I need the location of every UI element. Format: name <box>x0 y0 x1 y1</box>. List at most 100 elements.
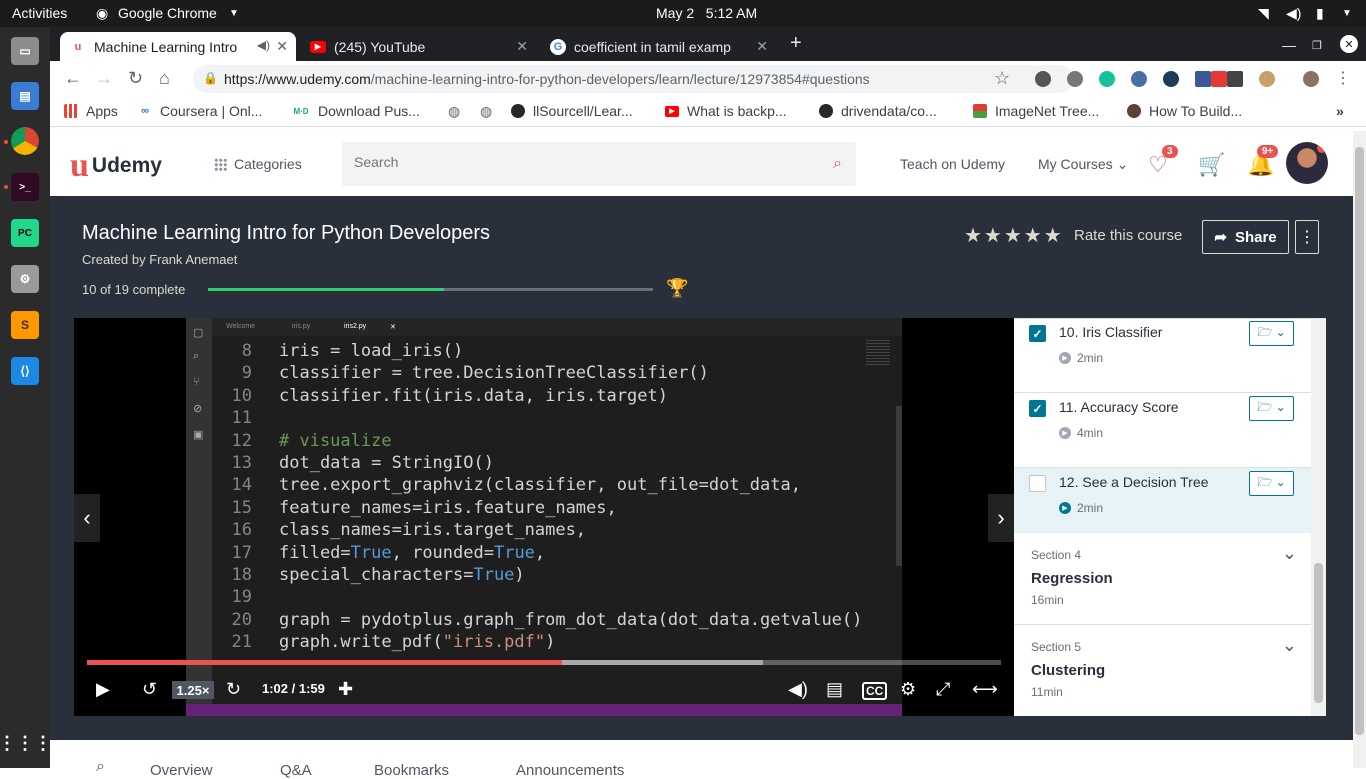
section-header[interactable]: Section 5 Clustering 11min ⌄ <box>1014 625 1311 716</box>
previous-lecture-arrow-icon[interactable]: ‹ <box>74 494 100 542</box>
my-courses-menu[interactable]: My Courses ⌄ <box>1038 156 1128 173</box>
system-menu-arrow-icon[interactable]: ▼ <box>1342 8 1352 19</box>
grammarly-icon[interactable] <box>1099 71 1115 87</box>
resources-button[interactable]: 🗁 ⌄ <box>1249 396 1294 421</box>
battery-icon[interactable]: ▮ <box>1316 5 1324 22</box>
globe-icon[interactable]: ◍ <box>448 103 460 120</box>
pycharm-icon[interactable]: PC <box>11 219 39 247</box>
sidebar-scrollbar-thumb[interactable] <box>1314 563 1323 703</box>
new-tab-icon[interactable]: + <box>790 32 802 55</box>
bookmark-apps[interactable]: Apps <box>64 103 118 119</box>
udemy-logo[interactable]: u Udemy <box>70 147 162 185</box>
minimize-icon[interactable]: — <box>1282 37 1296 53</box>
bookmark-drivendata[interactable]: drivendata/co... <box>819 103 937 119</box>
rewind-icon[interactable]: ↺ <box>142 679 157 700</box>
rating-stars-icon[interactable]: ★★★★★ <box>964 223 1064 248</box>
volume-icon[interactable]: ◀) <box>788 679 808 700</box>
resources-button[interactable]: 🗁 ⌄ <box>1249 321 1294 346</box>
tab-close-icon[interactable]: ✕ <box>276 38 288 55</box>
avatar[interactable] <box>1286 142 1328 184</box>
extension-icon[interactable] <box>1035 71 1051 87</box>
lecture-checkbox[interactable]: ✓ <box>1029 325 1046 342</box>
course-progress-bar[interactable] <box>208 288 653 291</box>
address-bar[interactable]: 🔒 https://www.udemy.com/machine-learning… <box>193 65 1073 93</box>
section-header[interactable]: Section 4 Regression 16min ⌄ <box>1014 533 1311 625</box>
tab-bookmarks[interactable]: Bookmarks <box>374 762 449 779</box>
next-lecture-arrow-icon[interactable]: › <box>988 494 1014 542</box>
search-icon[interactable]: ⌕ <box>833 155 842 173</box>
tab-google[interactable]: G coefficient in tamil examp ✕ <box>540 32 776 61</box>
more-bookmarks-icon[interactable]: » <box>1336 103 1344 119</box>
clock[interactable]: May 2 5:12 AM <box>656 5 757 21</box>
tab-close-icon[interactable]: ✕ <box>756 38 768 55</box>
fullscreen-icon[interactable]: ⤢ <box>936 679 950 700</box>
tab-udemy[interactable]: u Machine Learning Intro ◀) ✕ <box>60 32 296 61</box>
wifi-icon[interactable]: ◥ <box>1258 5 1269 22</box>
tab-announcements[interactable]: Announcements <box>516 762 624 779</box>
react-devtools-icon[interactable] <box>1163 71 1179 87</box>
play-icon[interactable]: ▶ <box>96 679 110 700</box>
rate-course-link[interactable]: Rate this course <box>1074 227 1182 244</box>
search-icon[interactable]: ⌕ <box>96 758 105 776</box>
sidebar-scrollbar[interactable] <box>1311 319 1326 716</box>
bookmark-backprop[interactable]: ▶ What is backp... <box>665 103 787 119</box>
chevron-down-icon[interactable]: ⌄ <box>1282 543 1297 564</box>
writer-icon[interactable]: ▤ <box>11 82 39 110</box>
home-icon[interactable]: ⌂ <box>159 68 170 89</box>
extension-icon[interactable] <box>1131 71 1147 87</box>
add-bookmark-icon[interactable]: ✚ <box>338 679 353 700</box>
globe-icon[interactable]: ◍ <box>480 103 492 120</box>
lecture-item[interactable]: ✓ 11. Accuracy Score ▶ 4min 🗁 ⌄ <box>1014 393 1311 468</box>
back-icon[interactable]: ← <box>64 68 82 89</box>
tab-close-icon[interactable]: ✕ <box>516 38 528 55</box>
extension-icon[interactable] <box>1067 71 1083 87</box>
page-scrollbar-thumb[interactable] <box>1355 147 1364 735</box>
bookmark-download[interactable]: M·D Download Pus... <box>292 103 420 119</box>
chrome-menu-icon[interactable]: ⋮ <box>1335 68 1351 88</box>
close-window-icon[interactable]: ✕ <box>1340 35 1358 53</box>
resources-button[interactable]: 🗁 ⌄ <box>1249 471 1294 496</box>
url-text[interactable]: https://www.udemy.com/machine-learning-i… <box>224 71 870 87</box>
chevron-down-icon[interactable]: ⌄ <box>1282 635 1297 656</box>
lock-icon[interactable]: 🔒 <box>203 71 218 85</box>
vscode-icon[interactable]: ⟨⟩ <box>11 357 39 385</box>
completion-text[interactable]: 10 of 19 complete <box>82 282 185 297</box>
tab-overview[interactable]: Overview <box>150 762 213 779</box>
activities-button[interactable]: Activities <box>12 5 67 21</box>
video-player[interactable]: Welcome iris.py iris2.py ✕ ▢ ⌕ ⑂ ⊘ ▣ 8 ir… <box>74 318 1014 716</box>
transcript-icon[interactable]: ▤ <box>826 679 843 700</box>
lecture-checkbox[interactable] <box>1029 475 1046 492</box>
categories-menu[interactable]: Categories <box>214 156 302 172</box>
show-apps-icon[interactable]: ⋮⋮⋮ <box>0 729 52 757</box>
teach-on-udemy-link[interactable]: Teach on Udemy <box>900 156 1005 172</box>
lecture-item[interactable]: ✓ 10. Iris Classifier ▶ 2min 🗁 ⌄ <box>1014 319 1311 393</box>
settings-gear-icon[interactable]: ⚙ <box>900 679 916 700</box>
captions-icon[interactable]: CC <box>862 682 888 700</box>
reload-icon[interactable]: ↻ <box>128 68 143 89</box>
sublime-icon[interactable]: S <box>11 311 39 339</box>
search-input[interactable] <box>354 154 814 170</box>
profile-icon[interactable] <box>1303 71 1319 87</box>
tab-qa[interactable]: Q&A <box>280 762 312 779</box>
bookmark-how-to-build[interactable]: How To Build... <box>1127 103 1242 119</box>
bookmark-llsourcell[interactable]: llSourcell/Lear... <box>511 103 633 119</box>
app-menu[interactable]: Google Chrome <box>118 5 217 21</box>
trophy-icon[interactable]: 🏆 <box>666 278 688 299</box>
video-progress-bar[interactable] <box>87 660 1001 665</box>
maximize-icon[interactable]: ❐ <box>1312 39 1322 52</box>
page-scrollbar[interactable] <box>1353 131 1366 768</box>
audio-icon[interactable]: ◀) <box>257 38 270 52</box>
cors-extension-icon[interactable] <box>1211 71 1227 87</box>
settings-icon[interactable]: ⚙ <box>11 265 39 293</box>
lecture-item-current[interactable]: 12. See a Decision Tree ▶ 2min 🗁 ⌄ <box>1014 468 1311 543</box>
files-icon[interactable]: ▭ <box>11 37 39 65</box>
bookmark-star-icon[interactable]: ☆ <box>994 68 1010 89</box>
bookmark-imagenet[interactable]: ImageNet Tree... <box>973 103 1099 119</box>
extension-icon[interactable] <box>1259 71 1275 87</box>
extension-icon[interactable] <box>1227 71 1243 87</box>
chrome-dock-icon[interactable] <box>11 127 39 155</box>
tab-youtube[interactable]: ▶ (245) YouTube ✕ <box>300 32 536 61</box>
share-button[interactable]: ➦ Share <box>1202 220 1289 254</box>
lecture-checkbox[interactable]: ✓ <box>1029 400 1046 417</box>
volume-icon[interactable]: ◀) <box>1286 5 1301 22</box>
